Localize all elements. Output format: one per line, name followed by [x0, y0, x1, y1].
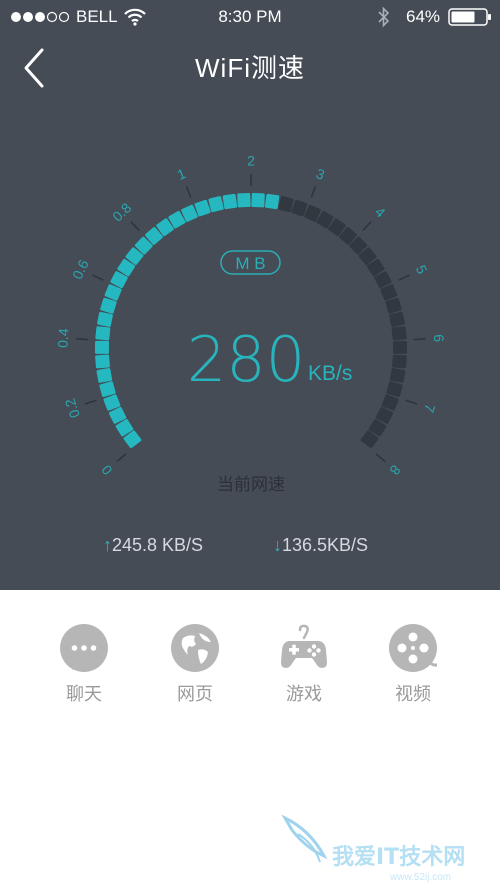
gauge-tick-mark [130, 221, 140, 231]
film-reel-icon [389, 624, 441, 672]
status-bar: BELL 8:30 PM 64% [0, 0, 500, 34]
speed-test-panel: BELL 8:30 PM 64% WiFi测速 0 0.2 0.4 0.6 0.8 1 2 3… [0, 0, 500, 590]
nav-video[interactable]: 视频 [373, 624, 453, 706]
gauge-tick-mark [310, 186, 317, 198]
upload-value: 245.8 KB/S [112, 535, 204, 555]
gauge-tick-mark [405, 399, 418, 405]
gauge-segment [95, 326, 111, 341]
gauge-segment [392, 354, 407, 369]
gauge-segment [251, 192, 265, 208]
gauge-tick-label: 3 [314, 165, 327, 183]
gauge-tick-mark [92, 274, 104, 281]
gauge-tick-label: 0.4 [54, 328, 71, 349]
gauge-tick-label: 7 [421, 402, 439, 415]
download-value: 136.5KB/S [282, 535, 369, 555]
gauge-segment [97, 311, 113, 327]
nav-video-label: 视频 [395, 684, 431, 704]
nav-games[interactable]: 游戏 [264, 624, 344, 706]
gauge-caption: 当前网速 [217, 475, 285, 495]
download-speed: ↓136.5KB/S [273, 535, 368, 556]
upload-speed: ↑245.8 KB/S [103, 535, 203, 556]
gauge-segments [94, 192, 408, 449]
gauge-segment [389, 368, 406, 383]
gauge-tick-label: 0.2 [62, 396, 83, 420]
nav-chat-label: 聊天 [66, 684, 102, 704]
gauge-tick-label: 5 [413, 263, 431, 277]
gauge-tick-label: 2 [247, 153, 255, 169]
gauge-tick-mark [76, 338, 89, 341]
gamepad-icon [280, 624, 328, 672]
gauge-tick-label: 0.8 [109, 199, 134, 224]
gauge-tick-mark [185, 186, 192, 198]
battery-percent: 64% [406, 7, 441, 26]
page-title: WiFi测速 [195, 53, 305, 83]
gauge-segment [94, 340, 110, 354]
gauge-ticks: 0 0.2 0.4 0.6 0.8 1 2 3 4 5 6 7 8 [54, 153, 447, 479]
gauge-tick-label: 1 [175, 165, 188, 183]
gauge-tick-mark [362, 221, 372, 231]
nav-web-label: 网页 [177, 684, 213, 704]
gauge-tick-mark [398, 274, 410, 281]
gauge-segment [278, 196, 294, 213]
gauge-tick-label: 0 [98, 462, 115, 478]
battery-icon [448, 8, 491, 26]
unit-badge: M B [235, 254, 265, 273]
nav-web[interactable]: 网页 [155, 624, 235, 706]
upload-arrow-icon: ↑ [103, 535, 112, 555]
gauge-segment [391, 326, 407, 341]
site-watermark: 我爱IT技术网 www.52ij.com [281, 814, 465, 883]
gauge-segment [392, 340, 408, 354]
download-arrow-icon: ↓ [273, 535, 282, 555]
nav-chat[interactable]: 聊天 [44, 624, 124, 706]
gauge-segment [222, 193, 238, 210]
gauge-segment [386, 381, 403, 397]
gauge-tick-label: 0.6 [69, 257, 92, 282]
gauge-tick-label: 6 [431, 334, 447, 343]
gauge-tick-label: 8 [386, 462, 403, 478]
speed-unit: KB/s [308, 362, 352, 385]
bluetooth-icon [378, 6, 390, 28]
watermark-text: 我爱IT技术网 [332, 845, 465, 870]
watermark-url: www.52ij.com [389, 872, 451, 883]
gauge-segment [237, 192, 251, 208]
gauge-tick-mark [375, 453, 386, 463]
nav-games-label: 游戏 [286, 684, 322, 704]
gauge-tick-mark [84, 399, 97, 405]
gauge-tick-mark [413, 338, 426, 341]
gauge-segment [264, 193, 280, 210]
gauge-segment [96, 368, 113, 383]
gauge-segment [99, 381, 116, 397]
gauge-tick-mark [116, 453, 127, 463]
gauge-tick-label: 4 [372, 204, 389, 221]
gauge-segment [389, 311, 405, 327]
speed-gauge: 0 0.2 0.4 0.6 0.8 1 2 3 4 5 6 7 8 M B 280 KB/s 当前网速 [54, 153, 447, 495]
gauge-segment [95, 354, 110, 369]
gauge-segment [208, 196, 224, 213]
globe-icon [171, 624, 219, 672]
speed-value: 280 [187, 323, 305, 396]
chat-bubble-icon [60, 624, 108, 672]
